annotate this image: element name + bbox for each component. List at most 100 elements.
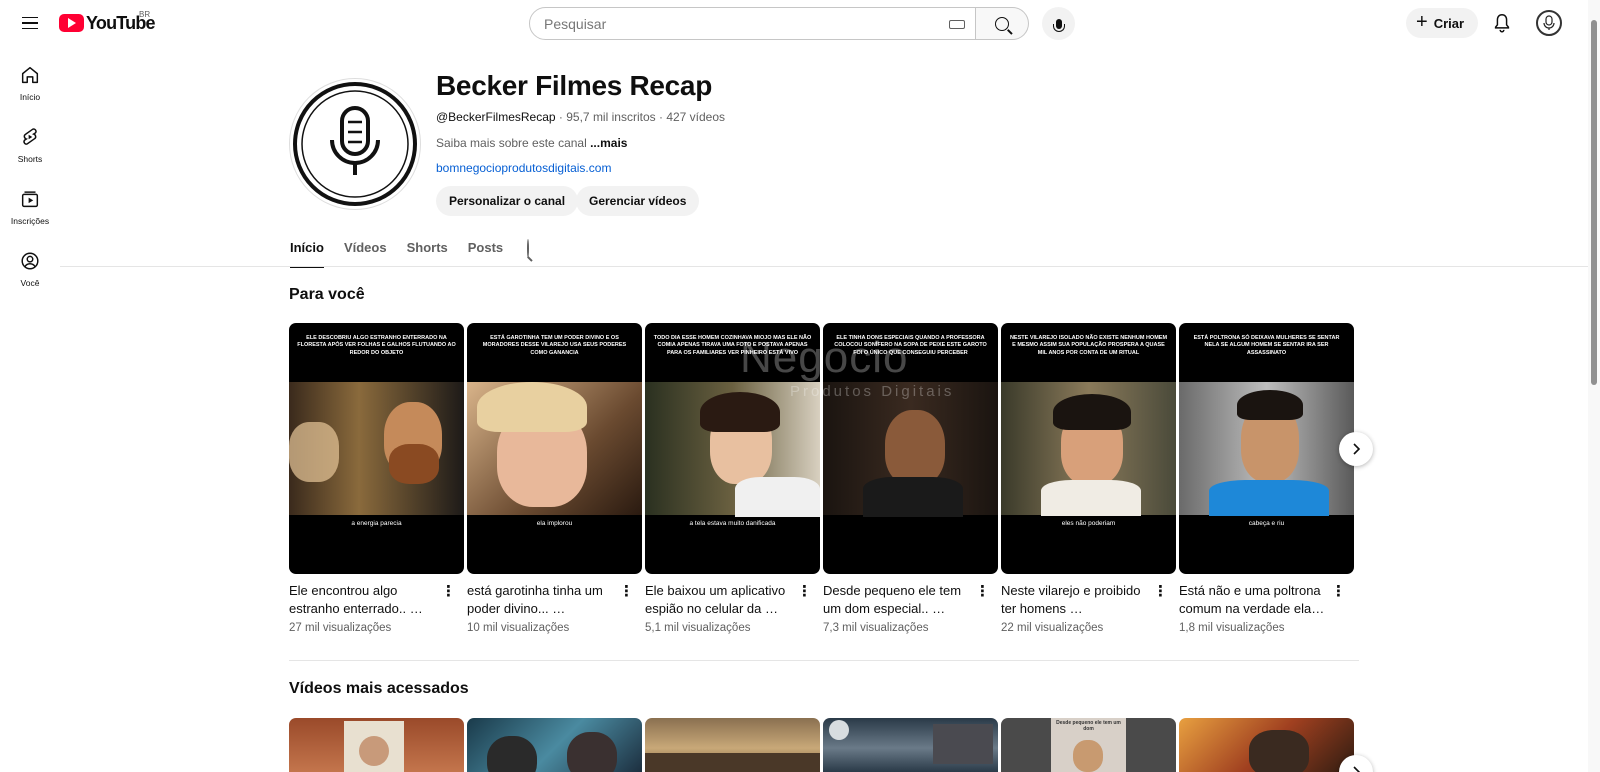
more-actions-icon[interactable]: ⋮ [975, 584, 990, 599]
video-thumbnail[interactable] [645, 718, 820, 772]
video-title[interactable]: Neste vilarejo e proibido ter homens … [1001, 582, 1176, 618]
thumbnail-caption-bottom: ela implorou [536, 520, 573, 527]
video-count: 427 vídeos [666, 110, 726, 124]
more-actions-icon[interactable]: ⋮ [619, 584, 634, 599]
video-views: 22 mil visualizações [1001, 622, 1104, 634]
tab-shorts[interactable]: Shorts [407, 234, 448, 264]
channel-description[interactable]: Saiba mais sobre este canal ...mais [436, 136, 627, 150]
more-actions-icon[interactable]: ⋮ [1331, 584, 1346, 599]
channel-handle: @BeckerFilmesRecap [436, 110, 556, 124]
video-title[interactable]: Está não e uma poltrona comum na verdade… [1179, 582, 1354, 618]
scrollbar-thumb[interactable] [1591, 20, 1597, 385]
thumbnail-caption-top: Está poltrona só deixava mulheres se sen… [1193, 335, 1340, 356]
person-silhouette [1249, 730, 1309, 772]
channel-search-button[interactable] [527, 239, 530, 264]
thumbnail-caption-top: Ele tinha dons especiais quando a profes… [834, 335, 987, 356]
home-icon [21, 66, 39, 84]
video-thumbnail[interactable] [1179, 718, 1354, 772]
video-info: Desde pequeno ele tem um dom especial.. … [823, 582, 998, 642]
customize-channel-button[interactable]: Personalizar o canal [436, 186, 579, 216]
search-button[interactable] [976, 7, 1029, 40]
hair-shape [1237, 390, 1303, 420]
video-thumbnail[interactable]: Ele descobriu algo estranho enterrado na… [289, 323, 464, 574]
search-bar [529, 7, 1029, 40]
video-info: Ele baixou um aplicativo espião no celul… [645, 582, 820, 642]
video-thumbnail[interactable] [823, 718, 998, 772]
tab-home[interactable]: Início [290, 234, 324, 268]
channel-external-link[interactable]: bomnegocioprodutosdigitais.com [436, 161, 611, 175]
tab-posts[interactable]: Posts [468, 234, 503, 264]
create-button[interactable]: + Criar [1406, 8, 1479, 38]
video-title[interactable]: está garotinha tinha um poder divino... … [467, 582, 642, 618]
sidebar-item-subscriptions[interactable]: Inscrições [0, 180, 60, 242]
video-info: Está não e uma poltrona comum na verdade… [1179, 582, 1354, 642]
video-views: 1,8 mil visualizações [1179, 622, 1285, 634]
sidebar-item-label: Início [19, 92, 41, 102]
sidebar-item-label: Shorts [17, 154, 43, 164]
video-thumbnail[interactable]: Está garotinha tem um poder divino e os … [467, 323, 642, 574]
more-actions-icon[interactable]: ⋮ [1153, 584, 1168, 599]
microphone-icon [1052, 18, 1065, 32]
video-title[interactable]: Desde pequeno ele tem um dom especial.. … [823, 582, 998, 618]
youtube-logo[interactable]: YouTube BR [59, 10, 156, 34]
channel-title: Becker Filmes Recap [436, 70, 713, 101]
shirt-shape [1041, 480, 1141, 516]
thumbnail-scene [645, 382, 820, 517]
sidebar-item-label: Você [20, 278, 40, 288]
video-views: 5,1 mil visualizações [645, 622, 751, 634]
video-views: 10 mil visualizações [467, 622, 570, 634]
page-scrollbar[interactable] [1588, 0, 1600, 772]
thumbnail-scene [289, 382, 464, 515]
channel-logo [293, 82, 417, 206]
hair-shape [700, 392, 780, 432]
video-thumbnail[interactable]: Neste vilarejo isolado não existe nenhum… [1001, 323, 1176, 574]
video-thumbnail[interactable] [467, 718, 642, 772]
sidebar-item-home[interactable]: Início [0, 56, 60, 118]
channel-avatar[interactable] [289, 78, 421, 210]
hamburger-menu-icon[interactable] [14, 8, 46, 38]
video-thumbnail[interactable]: Todo dia esse homem cozinhava miojo mas … [645, 323, 820, 574]
body-shape [863, 477, 963, 517]
video-thumbnail[interactable]: Ele tinha dons especiais quando a profes… [823, 323, 998, 574]
building-shape [933, 724, 993, 764]
tabs-divider [60, 266, 1588, 267]
shorts-icon [23, 128, 37, 145]
chevron-right-icon [1353, 443, 1361, 455]
light-shape [289, 422, 339, 482]
person-silhouette [567, 732, 617, 772]
manage-videos-button[interactable]: Gerenciar vídeos [576, 186, 700, 216]
microphone-logo-icon [1543, 15, 1555, 30]
hair-shape [477, 382, 587, 432]
section-title-most-viewed: Vídeos mais acessados [289, 680, 469, 697]
sidebar-item-shorts[interactable]: Shorts [0, 118, 60, 180]
more-link[interactable]: ...mais [590, 136, 627, 150]
notifications-bell-icon[interactable] [1490, 12, 1514, 34]
video-card: Está poltrona só deixava mulheres se sen… [1179, 323, 1354, 642]
video-thumbnail[interactable] [289, 718, 464, 772]
account-avatar[interactable] [1536, 10, 1562, 36]
thumbnail-caption-bottom: a tela estava muito danificada [689, 520, 776, 527]
video-info: Ele encontrou algo estranho enterrado.. … [289, 582, 464, 642]
video-thumbnail[interactable]: Está poltrona só deixava mulheres se sen… [1179, 323, 1354, 574]
more-actions-icon[interactable]: ⋮ [441, 584, 456, 599]
sidebar-item-you[interactable]: Você [0, 242, 60, 304]
thumbnail-scene [467, 382, 642, 515]
keyboard-icon[interactable] [949, 20, 965, 29]
video-thumbnail[interactable]: Desde pequeno ele tem um dom [1001, 718, 1176, 772]
voice-search-button[interactable] [1042, 7, 1075, 40]
video-title[interactable]: Ele encontrou algo estranho enterrado.. … [289, 582, 464, 618]
more-actions-icon[interactable]: ⋮ [797, 584, 812, 599]
plus-icon: + [1416, 11, 1428, 33]
video-title[interactable]: Ele baixou um aplicativo espião no celul… [645, 582, 820, 618]
shelf-next-button[interactable] [1339, 432, 1373, 466]
search-input[interactable] [544, 15, 924, 32]
sidebar: Início Shorts Inscrições Você [0, 56, 60, 304]
person-face [359, 736, 389, 766]
tab-videos[interactable]: Vídeos [344, 234, 387, 264]
thumbnail-scene [1001, 382, 1176, 516]
for-you-shelf: Ele descobriu algo estranho enterrado na… [289, 323, 1354, 642]
section-separator [289, 660, 1359, 661]
search-box [529, 7, 976, 40]
create-label: Criar [1433, 15, 1465, 31]
search-icon [995, 16, 1009, 31]
